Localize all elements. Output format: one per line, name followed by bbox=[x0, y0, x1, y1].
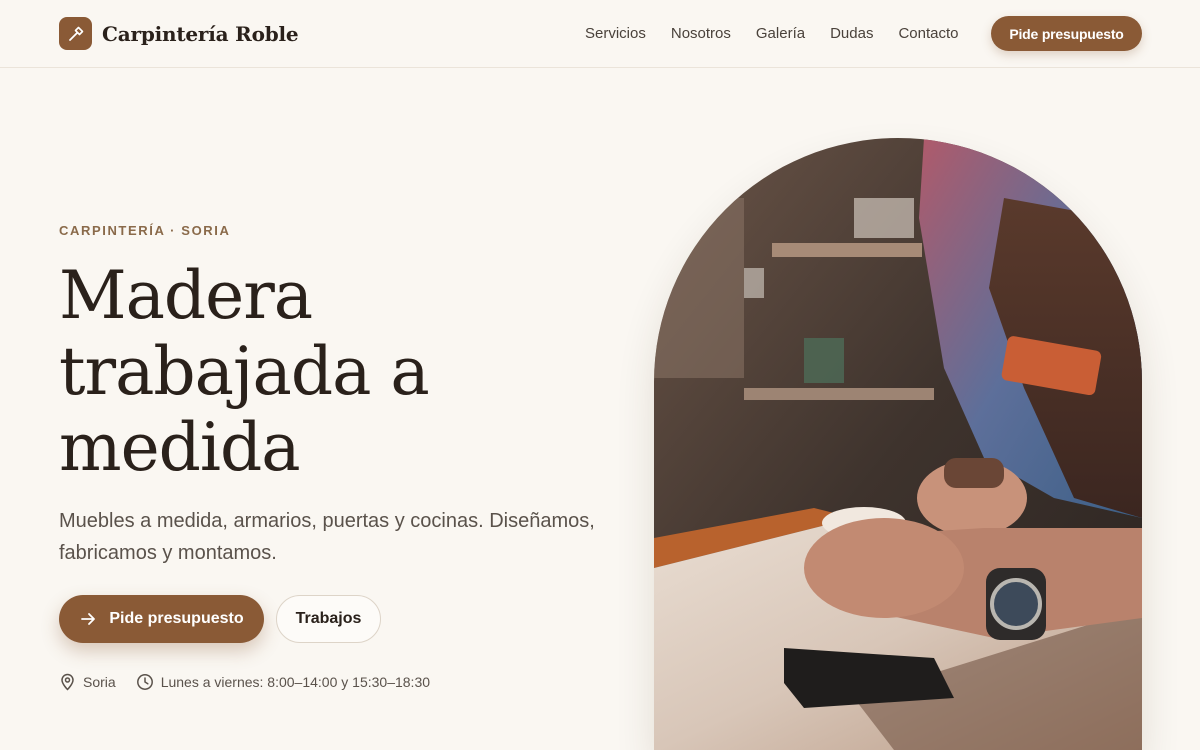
site-header: Carpintería Roble Servicios Nosotros Gal… bbox=[0, 0, 1200, 68]
map-pin-icon bbox=[61, 673, 74, 691]
main-nav: Servicios Nosotros Galería Dudas Contact… bbox=[585, 24, 984, 44]
hero-quote-label: Pide presupuesto bbox=[109, 610, 244, 627]
hero-description: Muebles a medida, armarios, puertas y co… bbox=[59, 510, 595, 564]
hammer-icon bbox=[59, 17, 92, 50]
nav-item-servicios[interactable]: Servicios bbox=[585, 24, 646, 44]
clock-icon bbox=[136, 674, 153, 690]
location-text: Soria bbox=[83, 674, 116, 690]
business-info: Soria Lunes a viernes: 8:00–14:00 y 15:3… bbox=[59, 673, 450, 691]
hero-title: Madera trabajada a medida bbox=[59, 258, 619, 486]
hours-text: Lunes a viernes: 8:00–14:00 y 15:30–18:3… bbox=[160, 674, 431, 690]
hours-info: Lunes a viernes: 8:00–14:00 y 15:30–18:3… bbox=[136, 673, 430, 691]
works-button[interactable]: Trabajos bbox=[276, 595, 381, 643]
brand[interactable]: Carpintería Roble bbox=[59, 17, 299, 50]
header-quote-button[interactable]: Pide presupuesto bbox=[991, 16, 1142, 51]
nav-item-dudas[interactable]: Dudas bbox=[830, 24, 873, 44]
nav-item-nosotros[interactable]: Nosotros bbox=[671, 24, 731, 44]
hero-image bbox=[654, 138, 1142, 750]
location-info: Soria bbox=[59, 673, 116, 691]
hero-title-line: medida bbox=[59, 409, 301, 486]
nav-item-contacto[interactable]: Contacto bbox=[898, 24, 958, 44]
nav-item-galeria[interactable]: Galería bbox=[756, 24, 805, 44]
arrow-right-icon bbox=[81, 613, 96, 625]
hero-quote-button[interactable]: Pide presupuesto bbox=[59, 595, 264, 643]
hero-title-line: trabajada a bbox=[59, 333, 430, 410]
hero-title-line: Madera bbox=[59, 257, 313, 334]
brand-name: Carpintería Roble bbox=[102, 21, 299, 46]
hero-eyebrow: CARPINTERÍA · SORIA bbox=[59, 223, 231, 238]
